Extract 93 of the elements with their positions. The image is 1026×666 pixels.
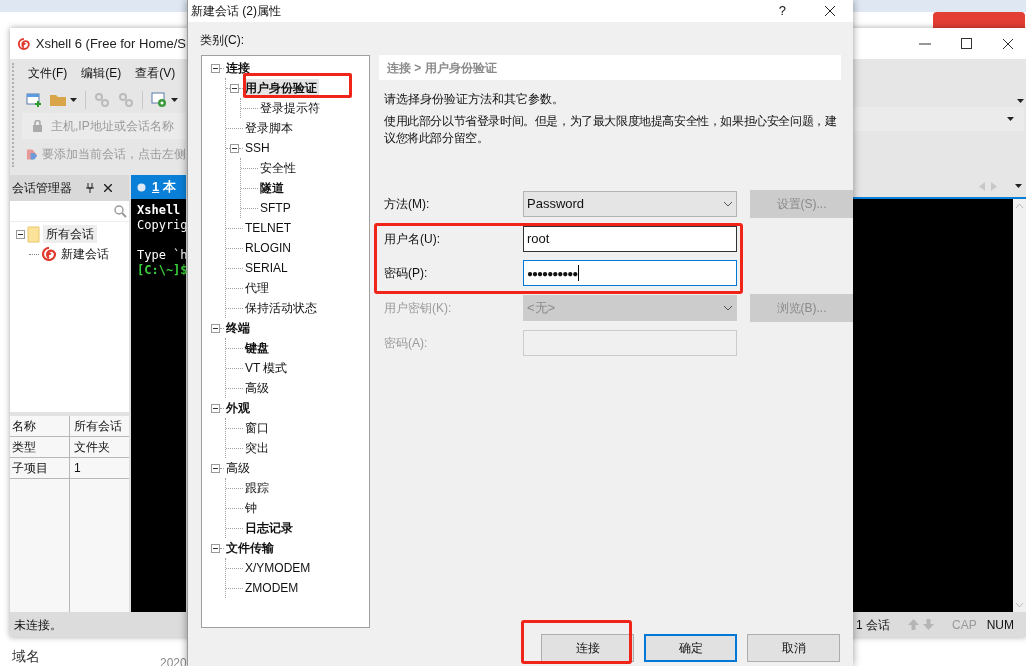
help-button[interactable]: ?	[778, 1, 786, 21]
category-label: 类别(C):	[200, 32, 245, 48]
description-text: 使用此部分以节省登录时间。但是，为了最大限度地提高安全性，如果担心安全问题，建议您将此部分留空。	[384, 113, 838, 147]
collapse-icon[interactable]	[16, 229, 25, 239]
property-name: 子项目	[10, 458, 70, 478]
dialog-button[interactable]: 确定	[644, 634, 737, 662]
collapse-icon[interactable]	[211, 63, 220, 73]
tree-item[interactable]: 登录提示符	[258, 99, 322, 117]
field-label: 用户密钥(K):	[384, 300, 453, 317]
status-text: NUM	[986, 616, 1015, 634]
maximize-icon[interactable]	[961, 38, 972, 49]
property-value: 所有会话	[73, 418, 123, 435]
dialog-button[interactable]: 取消	[747, 634, 840, 662]
close-icon[interactable]	[1002, 37, 1014, 50]
dropdown-icon[interactable]	[1007, 117, 1014, 121]
swirl-icon	[42, 247, 56, 261]
tree-item[interactable]: VT 模式	[243, 359, 290, 377]
caret-icon[interactable]	[171, 98, 178, 102]
dialog-button[interactable]: 连接	[541, 634, 634, 662]
collapse-icon[interactable]	[230, 83, 239, 93]
property-value: 1	[73, 460, 82, 477]
tree-item[interactable]: 保持活动状态	[243, 299, 319, 317]
tree-item[interactable]: 钟	[243, 499, 259, 517]
tree-item[interactable]: 键盘	[243, 339, 271, 357]
property-name: 类型	[10, 437, 70, 457]
tree-item[interactable]: RLOGIN	[243, 239, 293, 257]
window-title: Xshell 6 (Free for Home/S	[35, 34, 186, 53]
swirl-icon	[18, 36, 30, 51]
chevron-down-icon	[723, 305, 733, 311]
tree-item[interactable]: TELNET	[243, 219, 293, 237]
search-icon	[114, 204, 127, 218]
tree-item[interactable]: 日志记录	[243, 519, 295, 537]
tree-item[interactable]: X/YMODEM	[243, 559, 313, 577]
breadcrumb-bar: 连接 > 用户身份验证	[379, 55, 841, 80]
tree-item[interactable]: 外观	[224, 399, 252, 417]
tree-item[interactable]: 跟踪	[243, 479, 271, 497]
flag-icon	[26, 147, 38, 161]
field-label: 密码(P):	[384, 265, 429, 282]
dropdown[interactable]: Password	[523, 191, 737, 217]
tree-item[interactable]: 窗口	[243, 419, 271, 437]
close-icon[interactable]	[824, 5, 836, 17]
tree-item[interactable]: 突出	[243, 439, 271, 457]
menu-item[interactable]: 查看(V)	[135, 64, 176, 82]
tree-item[interactable]: 隧道	[258, 179, 286, 197]
collapse-icon[interactable]	[211, 323, 220, 333]
tree-item[interactable]: SFTP	[258, 199, 293, 217]
collapse-icon[interactable]	[211, 463, 220, 473]
property-value: 文件夹	[73, 439, 111, 456]
folder-icon	[27, 225, 41, 243]
session-tab[interactable]: 1 本	[131, 175, 186, 199]
input-field[interactable]: ●●●●●●●●●●	[523, 260, 737, 286]
dropdown-icon[interactable]	[1017, 99, 1024, 103]
tree-item[interactable]: 高级	[224, 459, 252, 477]
status-text: 未连接。	[13, 616, 63, 634]
chevron-down-icon	[723, 201, 733, 207]
tree-item[interactable]: 所有会话	[43, 225, 97, 243]
page-text: 域名	[12, 648, 40, 664]
property-name: 名称	[10, 416, 70, 436]
dropdown-icon[interactable]	[1015, 184, 1022, 188]
collapse-icon[interactable]	[230, 143, 239, 153]
collapse-icon[interactable]	[211, 403, 220, 413]
collapse-icon[interactable]	[211, 543, 220, 553]
tree-item[interactable]: 登录脚本	[243, 119, 295, 137]
lock-icon	[32, 120, 43, 132]
intro-text: 请选择身份验证方法和其它参数。	[384, 91, 565, 107]
dialog-title: 新建会话 (2)属性	[191, 3, 281, 20]
tree-item[interactable]: ZMODEM	[243, 579, 301, 597]
field-label: 密码(A):	[384, 335, 429, 352]
hint-text: 要添加当前会话，点击左侧	[42, 146, 186, 163]
caret-icon[interactable]	[70, 98, 77, 102]
tree-item[interactable]: 文件传输	[224, 539, 276, 557]
menu-item[interactable]: 编辑(E)	[81, 64, 122, 82]
new-session-icon[interactable]	[26, 92, 42, 108]
tree-item[interactable]: SERIAL	[243, 259, 290, 277]
tree-item[interactable]: 高级	[243, 379, 271, 397]
close-icon[interactable]	[104, 184, 112, 192]
terminal-line: Xshell	[137, 203, 181, 218]
dot-icon	[137, 182, 146, 192]
field-label: 用户名(U):	[384, 231, 441, 248]
menu-item[interactable]: 文件(F)	[28, 64, 68, 82]
tree-item[interactable]: 新建会话	[59, 245, 111, 263]
tree-item[interactable]: 连接	[224, 59, 252, 77]
tree-item[interactable]: 代理	[243, 279, 271, 297]
input-field[interactable]: root	[523, 226, 737, 252]
tree-item[interactable]: 终端	[224, 319, 252, 337]
status-text: 1 会话	[856, 616, 890, 634]
status-text: CAP	[952, 616, 977, 634]
pin-icon[interactable]	[86, 183, 94, 193]
settings-icon[interactable]	[151, 92, 168, 108]
tree-item[interactable]: SSH	[243, 139, 272, 157]
tree-item[interactable]: 安全性	[258, 159, 298, 177]
field-label: 方法(M):	[384, 196, 431, 213]
panel-title: 会话管理器	[12, 180, 72, 197]
